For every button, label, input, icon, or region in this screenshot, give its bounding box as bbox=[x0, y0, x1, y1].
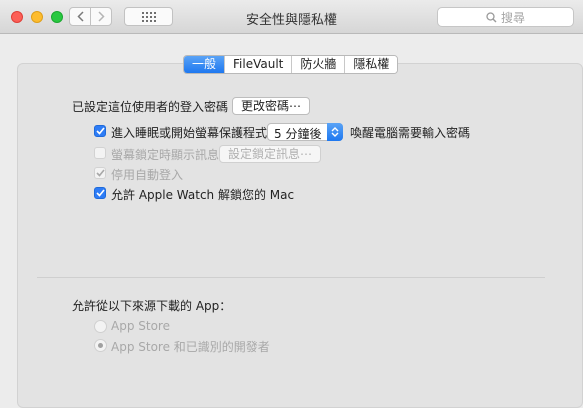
radio-app-store-identified-label: App Store 和已識別的開發者 bbox=[111, 340, 270, 354]
search-placeholder: 搜尋 bbox=[500, 10, 525, 25]
checkmark-icon bbox=[95, 127, 105, 135]
section-divider bbox=[37, 277, 545, 278]
radio-app-store-identified[interactable] bbox=[94, 339, 107, 352]
tab-filevault[interactable]: FileVault bbox=[224, 56, 292, 73]
title-bar: 安全性與隱私權 搜尋 bbox=[0, 0, 583, 34]
apple-watch-unlock-checkbox[interactable] bbox=[94, 187, 106, 199]
checkmark-icon bbox=[95, 189, 105, 197]
lock-message-label: 螢幕鎖定時顯示訊息 bbox=[111, 148, 220, 162]
radio-app-store[interactable] bbox=[94, 320, 107, 333]
tab-privacy[interactable]: 隱私權 bbox=[344, 56, 398, 73]
disable-auto-login-checkbox[interactable] bbox=[94, 167, 106, 179]
set-lock-message-button[interactable]: 設定鎖定訊息⋯ bbox=[219, 145, 322, 163]
tab-general[interactable]: 一般 bbox=[184, 56, 225, 73]
checkmark-icon bbox=[95, 169, 105, 177]
require-password-checkbox[interactable] bbox=[94, 125, 106, 137]
radio-app-store-label: App Store bbox=[111, 319, 170, 333]
radio-selected-dot bbox=[98, 343, 103, 348]
tab-bar: 一般 FileVault 防火牆 隱私權 bbox=[183, 55, 399, 74]
password-set-label: 已設定這位使用者的登入密碼 bbox=[72, 100, 229, 114]
select-stepper-icon bbox=[327, 123, 343, 141]
password-delay-select[interactable]: 5 分鐘後 bbox=[267, 123, 343, 141]
require-password-suffix-label: 喚醒電腦需要輸入密碼 bbox=[350, 126, 471, 140]
password-delay-value: 5 分鐘後 bbox=[274, 127, 322, 141]
search-icon bbox=[486, 11, 497, 22]
apple-watch-unlock-label: 允許 Apple Watch 解鎖您的 Mac bbox=[111, 188, 295, 202]
require-password-label: 進入睡眠或開始螢幕保護程式 bbox=[111, 126, 268, 140]
tab-firewall[interactable]: 防火牆 bbox=[291, 56, 345, 73]
disable-auto-login-label: 停用自動登入 bbox=[111, 168, 184, 182]
search-field[interactable]: 搜尋 bbox=[437, 7, 574, 27]
lock-message-checkbox[interactable] bbox=[94, 147, 106, 159]
downloads-heading: 允許從以下來源下載的 App： bbox=[72, 299, 232, 313]
change-password-button[interactable]: 更改密碼⋯ bbox=[232, 97, 311, 115]
